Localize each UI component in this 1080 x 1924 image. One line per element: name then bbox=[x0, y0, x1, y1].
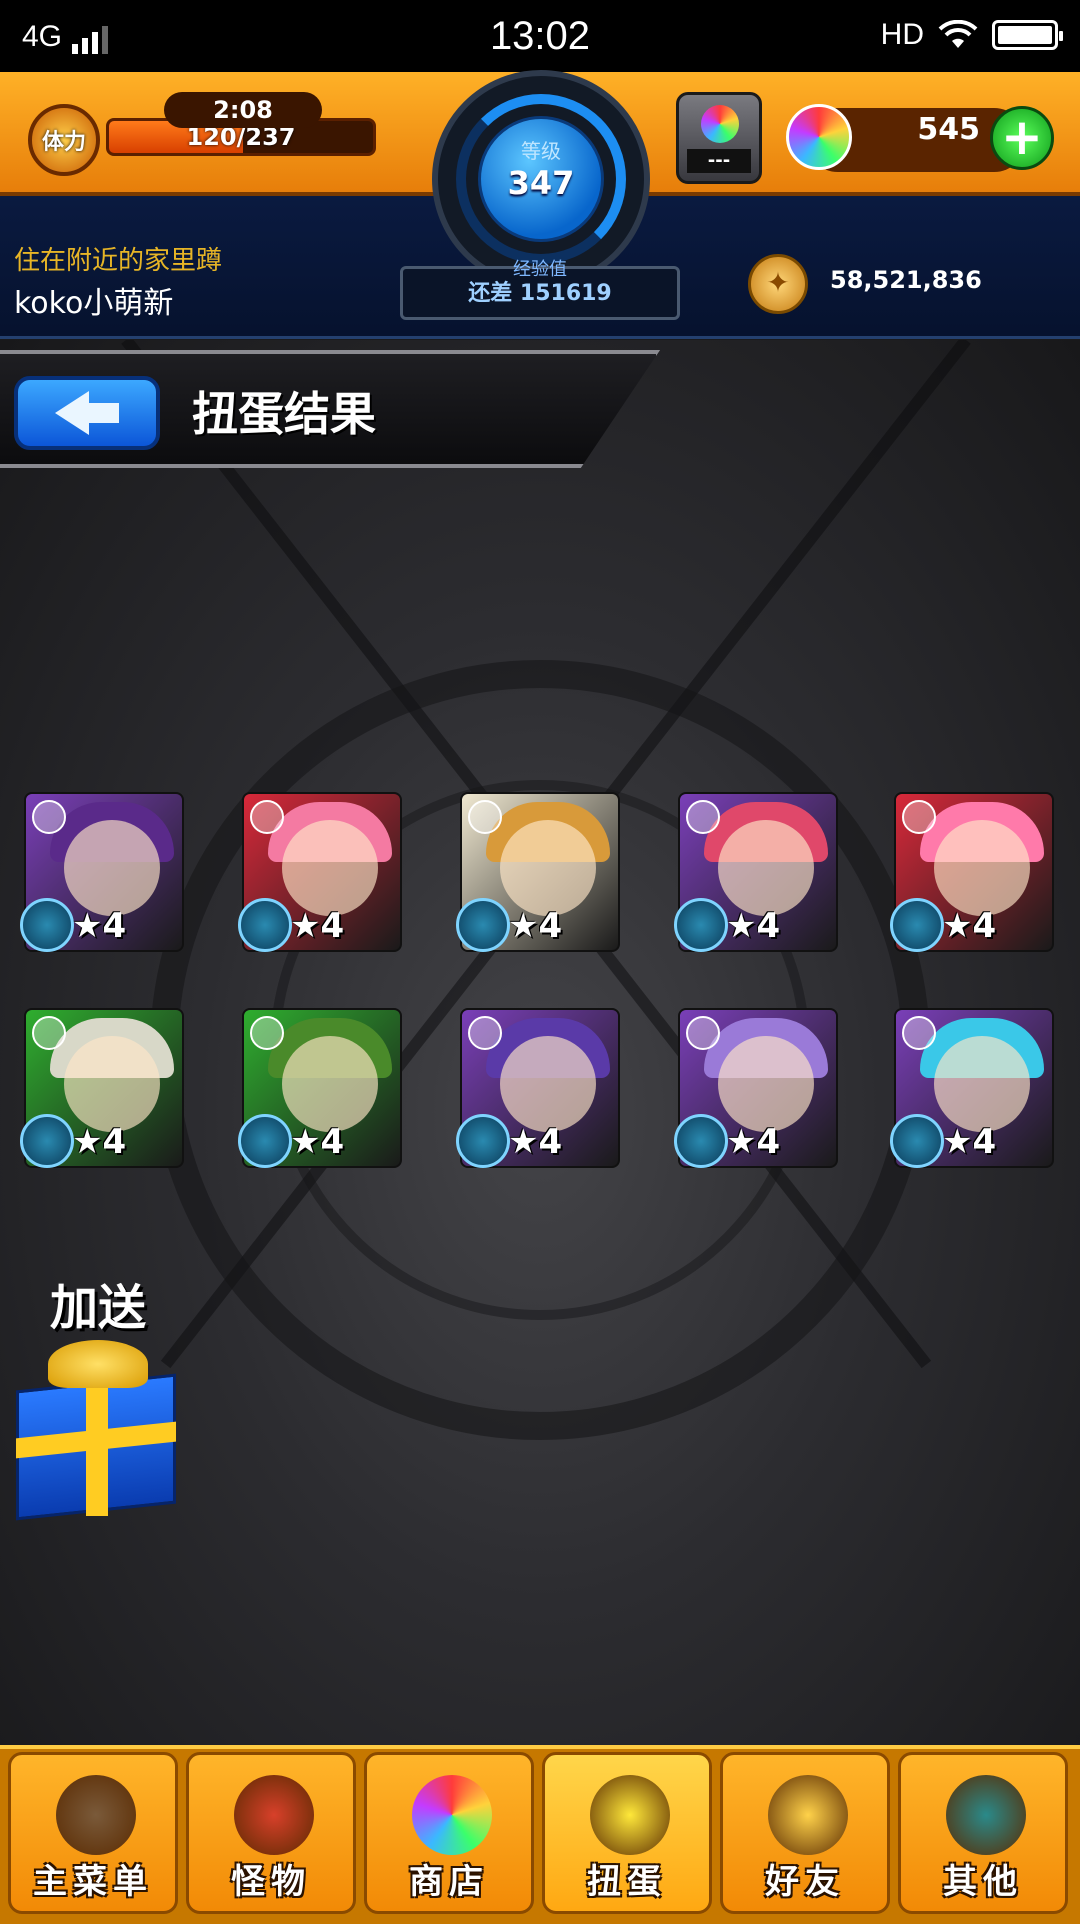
exp-label: 经验值 bbox=[513, 259, 567, 280]
friends-icon bbox=[768, 1775, 848, 1855]
stamina-timer: 2:08 bbox=[164, 92, 322, 128]
nav-label: 商店 bbox=[409, 1862, 489, 1902]
nav-item[interactable]: 好友 bbox=[720, 1752, 890, 1914]
nav-label: 好友 bbox=[765, 1862, 845, 1902]
nav-label: 主菜单 bbox=[33, 1862, 153, 1902]
nav-item[interactable]: 怪物 bbox=[186, 1752, 356, 1914]
spirit-badge-icon bbox=[890, 898, 944, 952]
rarity-label: ★4 bbox=[942, 1122, 997, 1162]
nav-label: 怪物 bbox=[231, 1862, 311, 1902]
element-icon bbox=[250, 1016, 284, 1050]
nav-label: 扭蛋 bbox=[587, 1862, 667, 1902]
page-title: 扭蛋结果 bbox=[192, 387, 376, 441]
gift-bow bbox=[48, 1340, 148, 1388]
monster-face bbox=[500, 1036, 596, 1132]
rarity-label: ★4 bbox=[726, 1122, 781, 1162]
hd-indicator: HD bbox=[880, 18, 924, 51]
spirit-badge-icon bbox=[20, 898, 74, 952]
spirit-badge-icon bbox=[456, 1114, 510, 1168]
monster-face bbox=[64, 820, 160, 916]
coin-count: 58,521,836 bbox=[830, 266, 982, 294]
level-value: 347 bbox=[507, 164, 575, 202]
element-icon bbox=[32, 1016, 66, 1050]
monster-face bbox=[64, 1036, 160, 1132]
nav-item[interactable]: 其他 bbox=[898, 1752, 1068, 1914]
monster-icon bbox=[234, 1775, 314, 1855]
nav-item[interactable]: 扭蛋 bbox=[542, 1752, 712, 1914]
orb-icon bbox=[786, 104, 852, 170]
element-icon bbox=[686, 1016, 720, 1050]
spirit-badge-icon bbox=[20, 1114, 74, 1168]
level-badge[interactable]: 等级 347 bbox=[478, 116, 604, 242]
status-right: HD bbox=[880, 18, 1063, 52]
gift-box-icon[interactable] bbox=[8, 1340, 184, 1521]
back-button[interactable] bbox=[14, 376, 160, 450]
wifi-icon bbox=[938, 20, 978, 48]
element-icon bbox=[902, 800, 936, 834]
monster-face bbox=[934, 1036, 1030, 1132]
monster-face bbox=[718, 820, 814, 916]
nav-item[interactable]: 商店 bbox=[364, 1752, 534, 1914]
bonus-label: 加送 bbox=[50, 1280, 147, 1336]
element-icon bbox=[468, 800, 502, 834]
element-icon bbox=[468, 1016, 502, 1050]
rarity-label: ★4 bbox=[726, 906, 781, 946]
spirit-badge-icon bbox=[238, 898, 292, 952]
spirit-badge-icon bbox=[674, 898, 728, 952]
gacha-egg-icon bbox=[590, 1775, 670, 1855]
orb-count: 545 bbox=[917, 112, 980, 147]
chest-orb-icon bbox=[701, 105, 739, 143]
monster-face bbox=[934, 820, 1030, 916]
spirit-badge-icon bbox=[238, 1114, 292, 1168]
gift-ribbon bbox=[86, 1370, 108, 1516]
player-title: 住在附近的家里蹲 bbox=[14, 246, 223, 276]
monster-face bbox=[282, 1036, 378, 1132]
exp-box: 经验值 还差 151619 bbox=[400, 259, 680, 320]
orb-chest-icon[interactable]: --- bbox=[676, 92, 762, 184]
element-icon bbox=[686, 800, 720, 834]
player-name: koko小萌新 bbox=[14, 286, 174, 321]
monster-face bbox=[500, 820, 596, 916]
rarity-label: ★4 bbox=[942, 906, 997, 946]
stamina-icon: 体力 bbox=[28, 104, 100, 176]
rarity-label: ★4 bbox=[508, 1122, 563, 1162]
spirit-badge-icon bbox=[890, 1114, 944, 1168]
rarity-label: ★4 bbox=[72, 1122, 127, 1162]
nav-item[interactable]: 主菜单 bbox=[8, 1752, 178, 1914]
chest-value: --- bbox=[687, 149, 751, 173]
element-icon bbox=[902, 1016, 936, 1050]
rainbow-orb-icon bbox=[412, 1775, 492, 1855]
spirit-badge-icon bbox=[456, 898, 510, 952]
add-orbs-button[interactable]: + bbox=[990, 106, 1054, 170]
element-icon bbox=[32, 800, 66, 834]
monster-face bbox=[282, 820, 378, 916]
element-icon bbox=[250, 800, 284, 834]
question-icon bbox=[946, 1775, 1026, 1855]
back-arrow-tail bbox=[89, 403, 119, 423]
battery-icon bbox=[992, 20, 1063, 50]
level-label: 等级 bbox=[521, 139, 561, 163]
spirit-badge-icon bbox=[674, 1114, 728, 1168]
coin-icon: ✦ bbox=[748, 254, 808, 314]
back-arrow-icon bbox=[55, 391, 89, 435]
rarity-label: ★4 bbox=[290, 906, 345, 946]
status-bar: 4G 13:02 HD bbox=[0, 0, 1080, 72]
home-gate-icon bbox=[56, 1775, 136, 1855]
monster-face bbox=[718, 1036, 814, 1132]
rarity-label: ★4 bbox=[508, 906, 563, 946]
rarity-label: ★4 bbox=[290, 1122, 345, 1162]
nav-label: 其他 bbox=[943, 1862, 1023, 1902]
rarity-label: ★4 bbox=[72, 906, 127, 946]
